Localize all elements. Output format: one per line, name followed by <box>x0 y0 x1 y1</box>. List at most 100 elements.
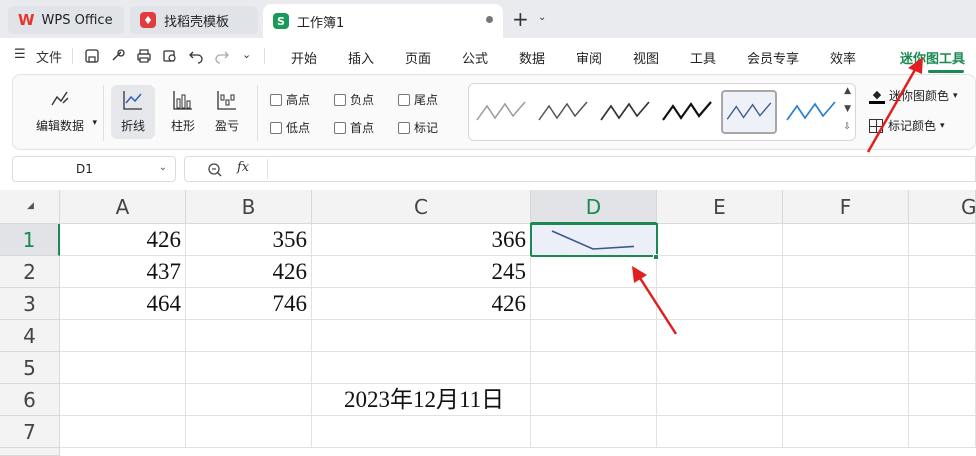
menu-data[interactable]: 数据 <box>519 48 545 67</box>
hamburger-menu-icon[interactable]: ☰ <box>14 47 26 62</box>
checkbox-negative-point[interactable]: 负点 <box>334 91 374 108</box>
menu-page[interactable]: 页面 <box>405 48 431 67</box>
checkbox-last-point[interactable]: 尾点 <box>398 91 438 108</box>
column-header-g[interactable]: G <box>909 190 976 224</box>
cell-d1[interactable] <box>530 223 658 257</box>
print-icon[interactable] <box>136 48 152 64</box>
cell-d2[interactable] <box>531 256 657 288</box>
row-header-5[interactable]: 5 <box>0 352 60 384</box>
checkbox-box[interactable] <box>334 121 346 134</box>
cell-b5[interactable] <box>186 352 312 384</box>
cell-g7[interactable] <box>909 416 976 448</box>
menu-review[interactable]: 审阅 <box>576 48 602 67</box>
cell-c5[interactable] <box>312 352 531 384</box>
checkbox-low-point[interactable]: 低点 <box>270 119 310 136</box>
cell-f2[interactable] <box>783 256 909 288</box>
share-icon[interactable] <box>110 48 126 64</box>
zoom-icon[interactable] <box>207 162 223 178</box>
unsaved-dot-icon[interactable] <box>486 16 493 23</box>
cell-a5[interactable] <box>60 352 186 384</box>
row-header-7[interactable]: 7 <box>0 416 60 448</box>
cell-e4[interactable] <box>657 320 783 352</box>
cell-g1[interactable] <box>909 224 976 256</box>
chevron-down-icon[interactable]: ⌄ <box>242 48 251 61</box>
row-header-2[interactable]: 2 <box>0 256 60 288</box>
menu-formula[interactable]: 公式 <box>462 48 488 67</box>
chevron-down-icon[interactable]: ⌄ <box>159 162 167 173</box>
cell-g4[interactable] <box>909 320 976 352</box>
cell-f7[interactable] <box>783 416 909 448</box>
checkbox-high-point[interactable]: 高点 <box>270 91 310 108</box>
cell-f3[interactable] <box>783 288 909 320</box>
menu-insert[interactable]: 插入 <box>348 48 374 67</box>
cell-g6[interactable] <box>909 384 976 416</box>
cell-d4[interactable] <box>531 320 657 352</box>
fill-handle[interactable] <box>653 254 659 260</box>
checkbox-box[interactable] <box>334 93 346 106</box>
file-menu[interactable]: 文件 <box>36 47 62 66</box>
cell-e5[interactable] <box>657 352 783 384</box>
column-header-b[interactable]: B <box>186 190 312 224</box>
checkbox-markers[interactable]: 标记 <box>398 119 438 136</box>
cell-e1[interactable] <box>657 224 783 256</box>
chevron-down-icon[interactable]: ⌄ <box>538 12 546 23</box>
sparkline-style-2[interactable] <box>535 90 591 134</box>
cell-e6[interactable] <box>657 384 783 416</box>
cell-a2[interactable]: 437 <box>60 256 186 288</box>
sparkline-style-3[interactable] <box>597 90 653 134</box>
cell-c4[interactable] <box>312 320 531 352</box>
type-column-button[interactable]: 柱形 <box>161 85 205 139</box>
row-header-4[interactable]: 4 <box>0 320 60 352</box>
cell-a1[interactable]: 426 <box>60 224 186 256</box>
checkbox-box[interactable] <box>270 121 282 134</box>
select-all-corner[interactable]: ◢ <box>0 190 60 224</box>
name-box[interactable]: D1 ⌄ <box>12 156 176 182</box>
cell-a7[interactable] <box>60 416 186 448</box>
cell-e7[interactable] <box>657 416 783 448</box>
menu-home[interactable]: 开始 <box>291 48 317 67</box>
tab-wps-office[interactable]: W WPS Office <box>8 6 124 34</box>
menu-view[interactable]: 视图 <box>633 48 659 67</box>
sparkline-color-button[interactable]: ◆ 迷你图颜色 ▾ <box>869 87 958 104</box>
sparkline-style-5[interactable] <box>721 90 777 134</box>
menu-efficiency[interactable]: 效率 <box>830 48 856 67</box>
checkbox-first-point[interactable]: 首点 <box>334 119 374 136</box>
column-header-d[interactable]: D <box>531 190 657 224</box>
row-header-8[interactable] <box>0 448 60 456</box>
scroll-down-icon[interactable]: ▼ <box>844 104 851 114</box>
cell-d7[interactable] <box>531 416 657 448</box>
type-line-button[interactable]: 折线 <box>111 85 155 139</box>
row-header-1[interactable]: 1 <box>0 224 60 256</box>
expand-gallery-icon[interactable]: ⇩ <box>843 122 851 132</box>
row-header-3[interactable]: 3 <box>0 288 60 320</box>
redo-icon[interactable] <box>214 48 230 64</box>
marker-color-button[interactable]: 标记颜色 ▾ <box>869 117 945 134</box>
cell-a4[interactable] <box>60 320 186 352</box>
sparkline-style-6[interactable] <box>783 90 839 134</box>
formula-input[interactable]: fx <box>184 156 976 182</box>
cell-f4[interactable] <box>783 320 909 352</box>
row-header-6[interactable]: 6 <box>0 384 60 416</box>
column-header-f[interactable]: F <box>783 190 909 224</box>
print-preview-icon[interactable] <box>162 48 178 64</box>
checkbox-box[interactable] <box>398 93 410 106</box>
scroll-up-icon[interactable]: ▲ <box>844 86 851 96</box>
save-icon[interactable] <box>84 48 100 64</box>
cell-f1[interactable] <box>783 224 909 256</box>
fx-icon[interactable]: fx <box>237 160 249 175</box>
column-header-e[interactable]: E <box>657 190 783 224</box>
cell-d5[interactable] <box>531 352 657 384</box>
cell-f6[interactable] <box>783 384 909 416</box>
menu-member[interactable]: 会员专享 <box>747 48 799 67</box>
cell-e2[interactable] <box>657 256 783 288</box>
cell-g3[interactable] <box>909 288 976 320</box>
tab-template[interactable]: ♦ 找稻壳模板 <box>130 6 258 34</box>
cell-c3[interactable]: 426 <box>312 288 531 320</box>
cell-d3[interactable] <box>531 288 657 320</box>
new-tab-button[interactable]: + <box>512 9 529 29</box>
tab-workbook[interactable]: S 工作簿1 <box>263 4 503 38</box>
cell-g2[interactable] <box>909 256 976 288</box>
cell-d6[interactable] <box>531 384 657 416</box>
cell-c6[interactable]: 2023年12月11日 <box>312 384 531 416</box>
cell-b6[interactable] <box>186 384 312 416</box>
